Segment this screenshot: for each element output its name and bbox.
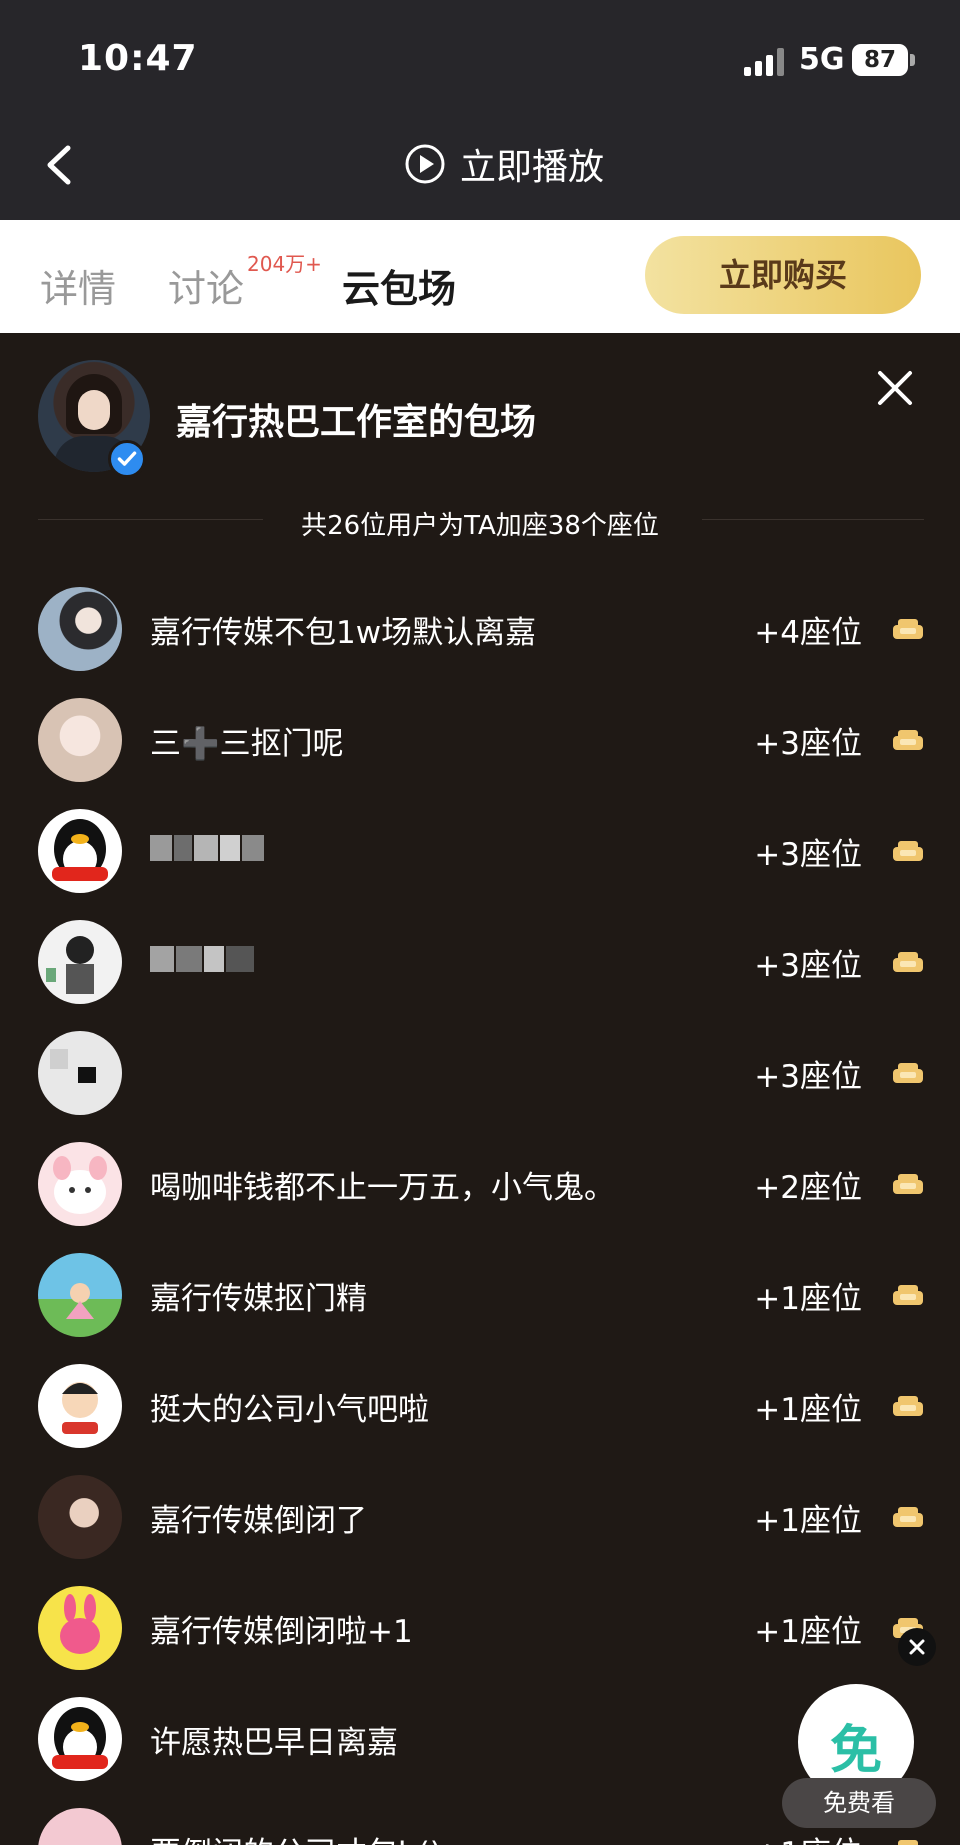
play-now-button[interactable]: 立即播放 — [404, 134, 604, 194]
screening-panel: 嘉行热巴工作室的包场 共26位用户为TA加座38个座位 嘉行传媒不包1w场默认离… — [0, 333, 960, 1845]
seat-count: +2座位 — [754, 1170, 862, 1206]
ad-close-button[interactable] — [898, 1628, 936, 1666]
close-icon — [909, 1639, 925, 1655]
sofa-icon — [893, 1174, 923, 1194]
seat-count: +3座位 — [754, 837, 862, 873]
network-label: 5G — [799, 42, 845, 77]
sofa-icon — [893, 1396, 923, 1416]
seat-count: +1座位 — [754, 1503, 862, 1539]
battery-icon: 87 — [852, 44, 908, 76]
seat-count: +1座位 — [754, 1614, 862, 1650]
seat-count: +3座位 — [754, 948, 862, 984]
seat-summary: 共26位用户为TA加座38个座位 — [301, 511, 659, 541]
list-item[interactable]: 嘉行传媒倒闭了 +1座位 — [0, 1465, 960, 1565]
back-icon[interactable] — [40, 140, 80, 190]
sofa-icon — [893, 1507, 923, 1527]
avatar — [38, 1697, 122, 1781]
avatar — [38, 698, 122, 782]
panel-title: 嘉行热巴工作室的包场 — [176, 402, 537, 443]
tab-discussion[interactable]: 讨论 — [168, 258, 244, 313]
free-badge-label: 免 — [829, 1721, 882, 1781]
sofa-icon — [893, 619, 923, 639]
user-name: 嘉行传媒倒闭了 — [150, 1503, 367, 1539]
avatar — [38, 1364, 122, 1448]
discussion-count-badge: 204万+ — [247, 252, 322, 276]
user-name: 许愿热巴早日离嘉 — [150, 1725, 398, 1761]
sofa-icon — [893, 1285, 923, 1305]
close-icon[interactable] — [876, 369, 914, 407]
verified-icon — [108, 440, 146, 478]
seat-count: +1座位 — [754, 1392, 862, 1428]
buy-now-button[interactable]: 立即购买 — [645, 236, 921, 314]
list-item[interactable]: 三➕三抠门呢 +3座位 — [0, 688, 960, 788]
avatar — [38, 1808, 122, 1845]
top-nav: 立即播放 — [0, 110, 960, 220]
avatar — [38, 920, 122, 1004]
user-name: 嘉行传媒抠门精 — [150, 1281, 367, 1317]
user-name: 三➕三抠门呢 — [150, 726, 344, 762]
seat-count: +4座位 — [754, 615, 862, 651]
redacted-name — [150, 946, 256, 976]
sofa-icon — [893, 1063, 923, 1083]
redacted-name — [150, 835, 266, 865]
seat-count: +1座位 — [754, 1828, 862, 1845]
tab-cloud-screening[interactable]: 云包场 — [342, 258, 456, 313]
list-item[interactable]: 嘉行传媒倒闭啦+1 +1座位 — [0, 1576, 960, 1676]
battery-tip — [910, 54, 915, 66]
user-name: 要倒闭的公司才包b() — [150, 1828, 442, 1845]
sofa-icon — [893, 952, 923, 972]
avatar — [38, 809, 122, 893]
avatar — [38, 1031, 122, 1115]
seat-count: +3座位 — [754, 1059, 862, 1095]
user-name: 嘉行传媒倒闭啦+1 — [150, 1614, 413, 1650]
signal-icon — [744, 48, 786, 76]
list-item[interactable]: +3座位 — [0, 910, 960, 1010]
list-item[interactable]: 喝咖啡钱都不止一万五，小气鬼。 +2座位 — [0, 1132, 960, 1232]
list-item[interactable]: +3座位 — [0, 1021, 960, 1121]
play-icon — [405, 144, 445, 184]
avatar — [38, 1586, 122, 1670]
user-name: 挺大的公司小气吧啦 — [150, 1392, 429, 1428]
user-name: 喝咖啡钱都不止一万五，小气鬼。 — [150, 1170, 615, 1206]
play-now-label: 立即播放 — [460, 147, 605, 188]
free-watch-button[interactable]: 免费看 — [782, 1778, 936, 1828]
avatar — [38, 1253, 122, 1337]
user-name: 嘉行传媒不包1w场默认离嘉 — [150, 615, 537, 651]
seat-count: +1座位 — [754, 1281, 862, 1317]
list-item[interactable]: 嘉行传媒抠门精 +1座位 — [0, 1243, 960, 1343]
list-item[interactable]: 嘉行传媒不包1w场默认离嘉 +4座位 — [0, 577, 960, 677]
list-item[interactable]: 挺大的公司小气吧啦 +1座位 — [0, 1354, 960, 1454]
divider — [702, 519, 924, 520]
status-bar: 10:47 5G 87 — [0, 0, 960, 110]
tab-details[interactable]: 详情 — [40, 258, 116, 313]
status-time: 10:47 — [78, 38, 198, 79]
avatar — [38, 587, 122, 671]
sofa-icon — [898, 1840, 918, 1845]
avatar — [38, 1475, 122, 1559]
tab-bar: 详情 讨论 204万+ 云包场 立即购买 — [0, 220, 960, 333]
avatar — [38, 1142, 122, 1226]
sofa-icon — [893, 841, 923, 861]
sofa-icon — [893, 730, 923, 750]
list-item[interactable]: +3座位 — [0, 799, 960, 899]
seat-count: +3座位 — [754, 726, 862, 762]
